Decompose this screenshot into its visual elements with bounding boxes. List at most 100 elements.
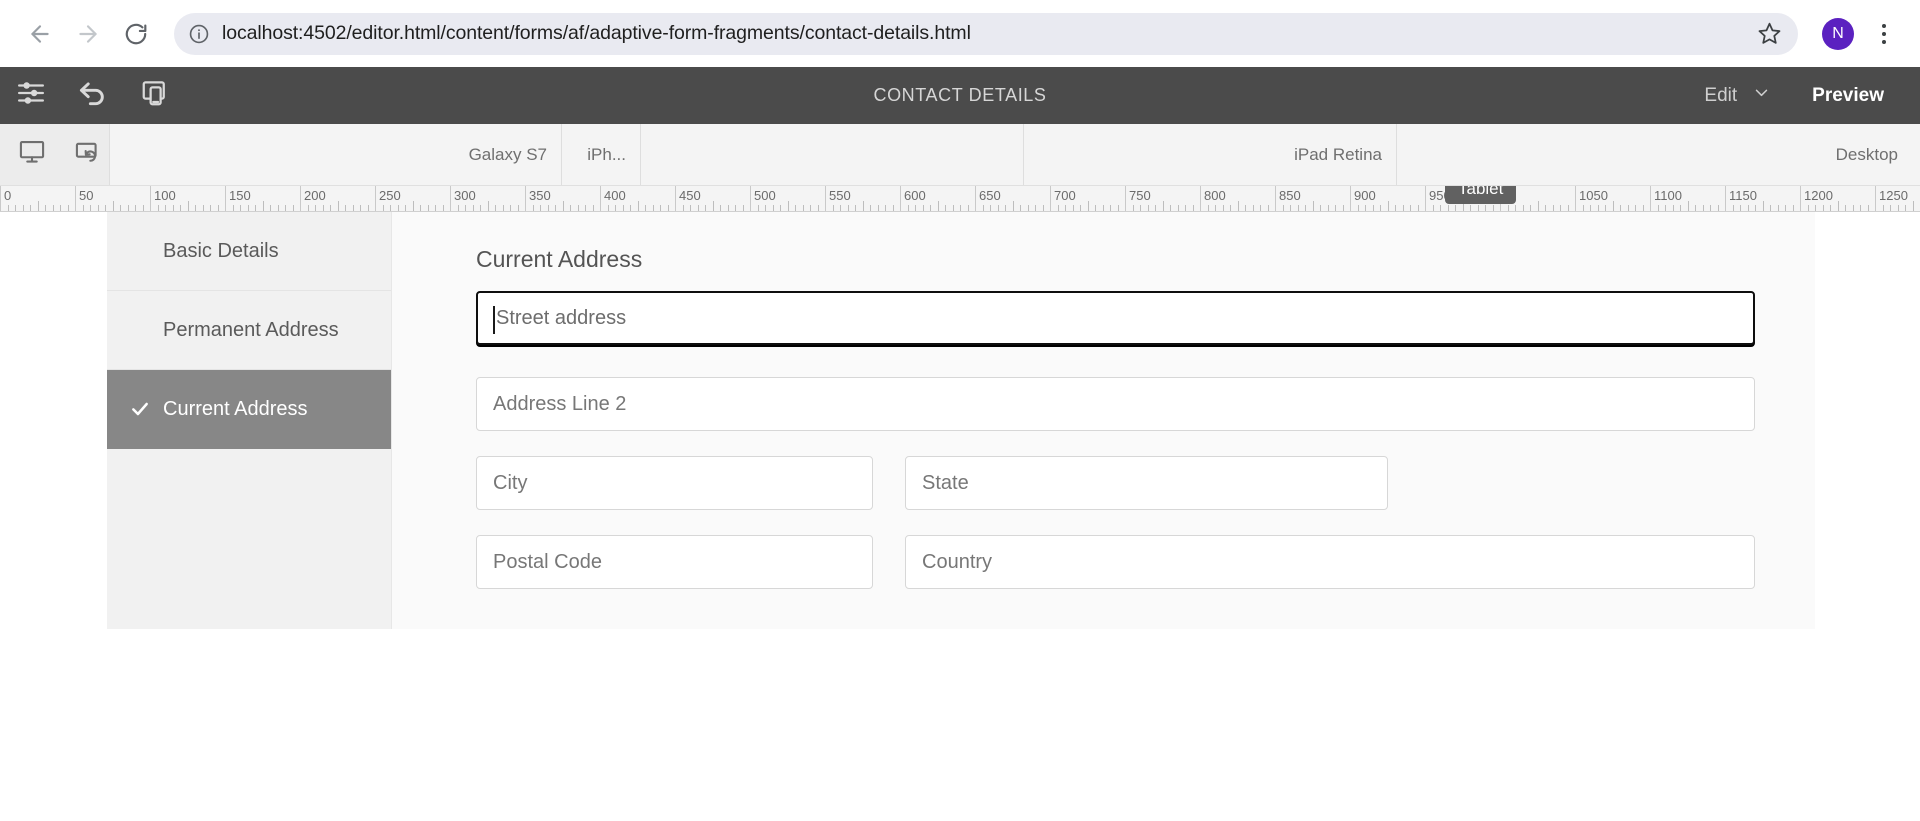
ruler-minor-tick xyxy=(22,205,24,211)
ruler-minor-tick xyxy=(1530,205,1531,211)
device-option-galaxy-s7[interactable]: Galaxy S7 xyxy=(110,124,562,185)
ruler-minor-tick xyxy=(1132,205,1134,211)
ruler-minor-tick xyxy=(397,205,399,211)
ruler-minor-tick xyxy=(1905,205,1906,211)
ruler-minor-tick xyxy=(862,201,864,211)
ruler-minor-tick xyxy=(1605,205,1606,211)
ruler-minor-tick xyxy=(97,205,99,211)
kebab-menu-icon[interactable] xyxy=(1866,16,1902,52)
ruler-label: 750 xyxy=(1129,188,1151,203)
ruler-minor-tick xyxy=(67,205,69,211)
ruler-minor-tick xyxy=(1267,205,1269,211)
ruler-minor-tick xyxy=(922,205,924,211)
ruler-minor-tick xyxy=(337,201,339,211)
ruler-label: 150 xyxy=(229,188,251,203)
ruler-minor-tick xyxy=(465,205,466,211)
sidebar-item-label: Basic Details xyxy=(163,239,279,262)
ruler-minor-tick xyxy=(870,205,871,211)
profile-avatar[interactable]: N xyxy=(1822,17,1854,50)
ruler-minor-tick xyxy=(757,205,759,211)
ruler-minor-tick xyxy=(1395,205,1396,211)
ruler-minor-tick xyxy=(795,205,796,211)
ruler-minor-tick xyxy=(1912,201,1914,211)
ruler-minor-tick xyxy=(247,205,249,211)
ruler-minor-tick xyxy=(1297,205,1299,211)
ruler-minor-tick xyxy=(345,205,346,211)
monitor-icon[interactable] xyxy=(18,138,46,171)
ruler-minor-tick xyxy=(1365,205,1366,211)
ruler-minor-tick xyxy=(1455,205,1456,211)
ruler-minor-tick xyxy=(285,205,286,211)
ruler-label: 400 xyxy=(604,188,626,203)
street-address-input[interactable]: Street address xyxy=(476,291,1755,345)
ruler-minor-tick xyxy=(1582,205,1584,211)
ruler-minor-tick xyxy=(697,205,699,211)
ruler-minor-tick xyxy=(1095,205,1096,211)
ruler-label: 550 xyxy=(829,188,851,203)
ruler-minor-tick xyxy=(217,205,219,211)
device-option-desktop[interactable]: Desktop xyxy=(1397,124,1920,185)
ruler-minor-tick xyxy=(810,205,811,211)
star-icon[interactable] xyxy=(1754,19,1784,49)
device-option-tablet[interactable] xyxy=(641,124,1024,185)
ruler-minor-tick xyxy=(502,205,504,211)
sidebar-item-basic-details[interactable]: Basic Details xyxy=(107,212,391,291)
sidebar-item-permanent-address[interactable]: Permanent Address xyxy=(107,291,391,370)
ruler-minor-tick xyxy=(1785,205,1786,211)
rotate-device-icon[interactable] xyxy=(74,138,102,171)
ruler-minor-tick xyxy=(1020,205,1021,211)
ruler-minor-tick xyxy=(487,201,489,211)
ruler-minor-tick xyxy=(172,205,174,211)
ruler-minor-tick xyxy=(1087,201,1089,211)
ruler-label: 800 xyxy=(1204,188,1226,203)
forward-button[interactable] xyxy=(66,12,110,56)
ruler-minor-tick xyxy=(817,205,819,211)
city-input[interactable]: City xyxy=(476,456,873,510)
sidebar-toggle-button[interactable] xyxy=(0,67,62,124)
ruler-minor-tick xyxy=(180,205,181,211)
ruler-minor-tick xyxy=(1672,205,1674,211)
ruler-minor-tick xyxy=(562,201,564,211)
ruler-minor-tick xyxy=(315,205,316,211)
emulator-button[interactable] xyxy=(124,67,186,124)
ruler-minor-tick xyxy=(1485,205,1486,211)
ruler-minor-tick xyxy=(892,205,894,211)
ruler-minor-tick xyxy=(787,201,789,211)
info-circle-icon[interactable] xyxy=(182,17,216,51)
ruler-minor-tick xyxy=(915,205,916,211)
undo-button[interactable] xyxy=(62,67,124,124)
ruler-minor-tick xyxy=(1627,205,1629,211)
ruler-minor-tick xyxy=(967,205,969,211)
ruler-minor-tick xyxy=(1155,205,1156,211)
address-bar[interactable]: localhost:4502/editor.html/content/forms… xyxy=(174,12,1798,55)
ruler-minor-tick xyxy=(540,205,541,211)
device-option-iphone[interactable]: iPh... xyxy=(562,124,641,185)
ruler-minor-tick xyxy=(37,201,39,211)
ruler-minor-tick xyxy=(142,205,144,211)
ruler-minor-tick xyxy=(15,205,16,211)
ruler-minor-tick xyxy=(90,205,91,211)
ruler-minor-tick xyxy=(1890,205,1891,211)
preview-button[interactable]: Preview xyxy=(1788,67,1898,124)
ruler-minor-tick xyxy=(1342,205,1344,211)
device-label: iPh... xyxy=(587,144,626,164)
ruler-minor-tick xyxy=(1027,205,1029,211)
country-input[interactable]: Country xyxy=(905,535,1755,589)
state-input[interactable]: State xyxy=(905,456,1388,510)
back-button[interactable] xyxy=(18,12,62,56)
device-option-ipad-retina[interactable]: iPad Retina xyxy=(1024,124,1397,185)
sidebar-item-current-address[interactable]: Current Address xyxy=(107,370,391,449)
ruler-minor-tick xyxy=(367,205,369,211)
ruler-minor-tick xyxy=(1432,205,1434,211)
address-line-2-input[interactable]: Address Line 2 xyxy=(476,377,1755,431)
edit-mode-selector[interactable]: Edit xyxy=(1686,67,1788,124)
ruler-minor-tick xyxy=(1897,205,1899,211)
ruler-minor-tick xyxy=(1387,201,1389,211)
ruler-minor-tick xyxy=(667,205,669,211)
ruler-minor-tick xyxy=(832,205,834,211)
reload-button[interactable] xyxy=(114,12,158,56)
url-text[interactable]: localhost:4502/editor.html/content/forms… xyxy=(222,22,1754,45)
ruler-minor-tick xyxy=(1417,205,1419,211)
side-panel-sliders-icon xyxy=(16,78,46,113)
postal-code-input[interactable]: Postal Code xyxy=(476,535,873,589)
